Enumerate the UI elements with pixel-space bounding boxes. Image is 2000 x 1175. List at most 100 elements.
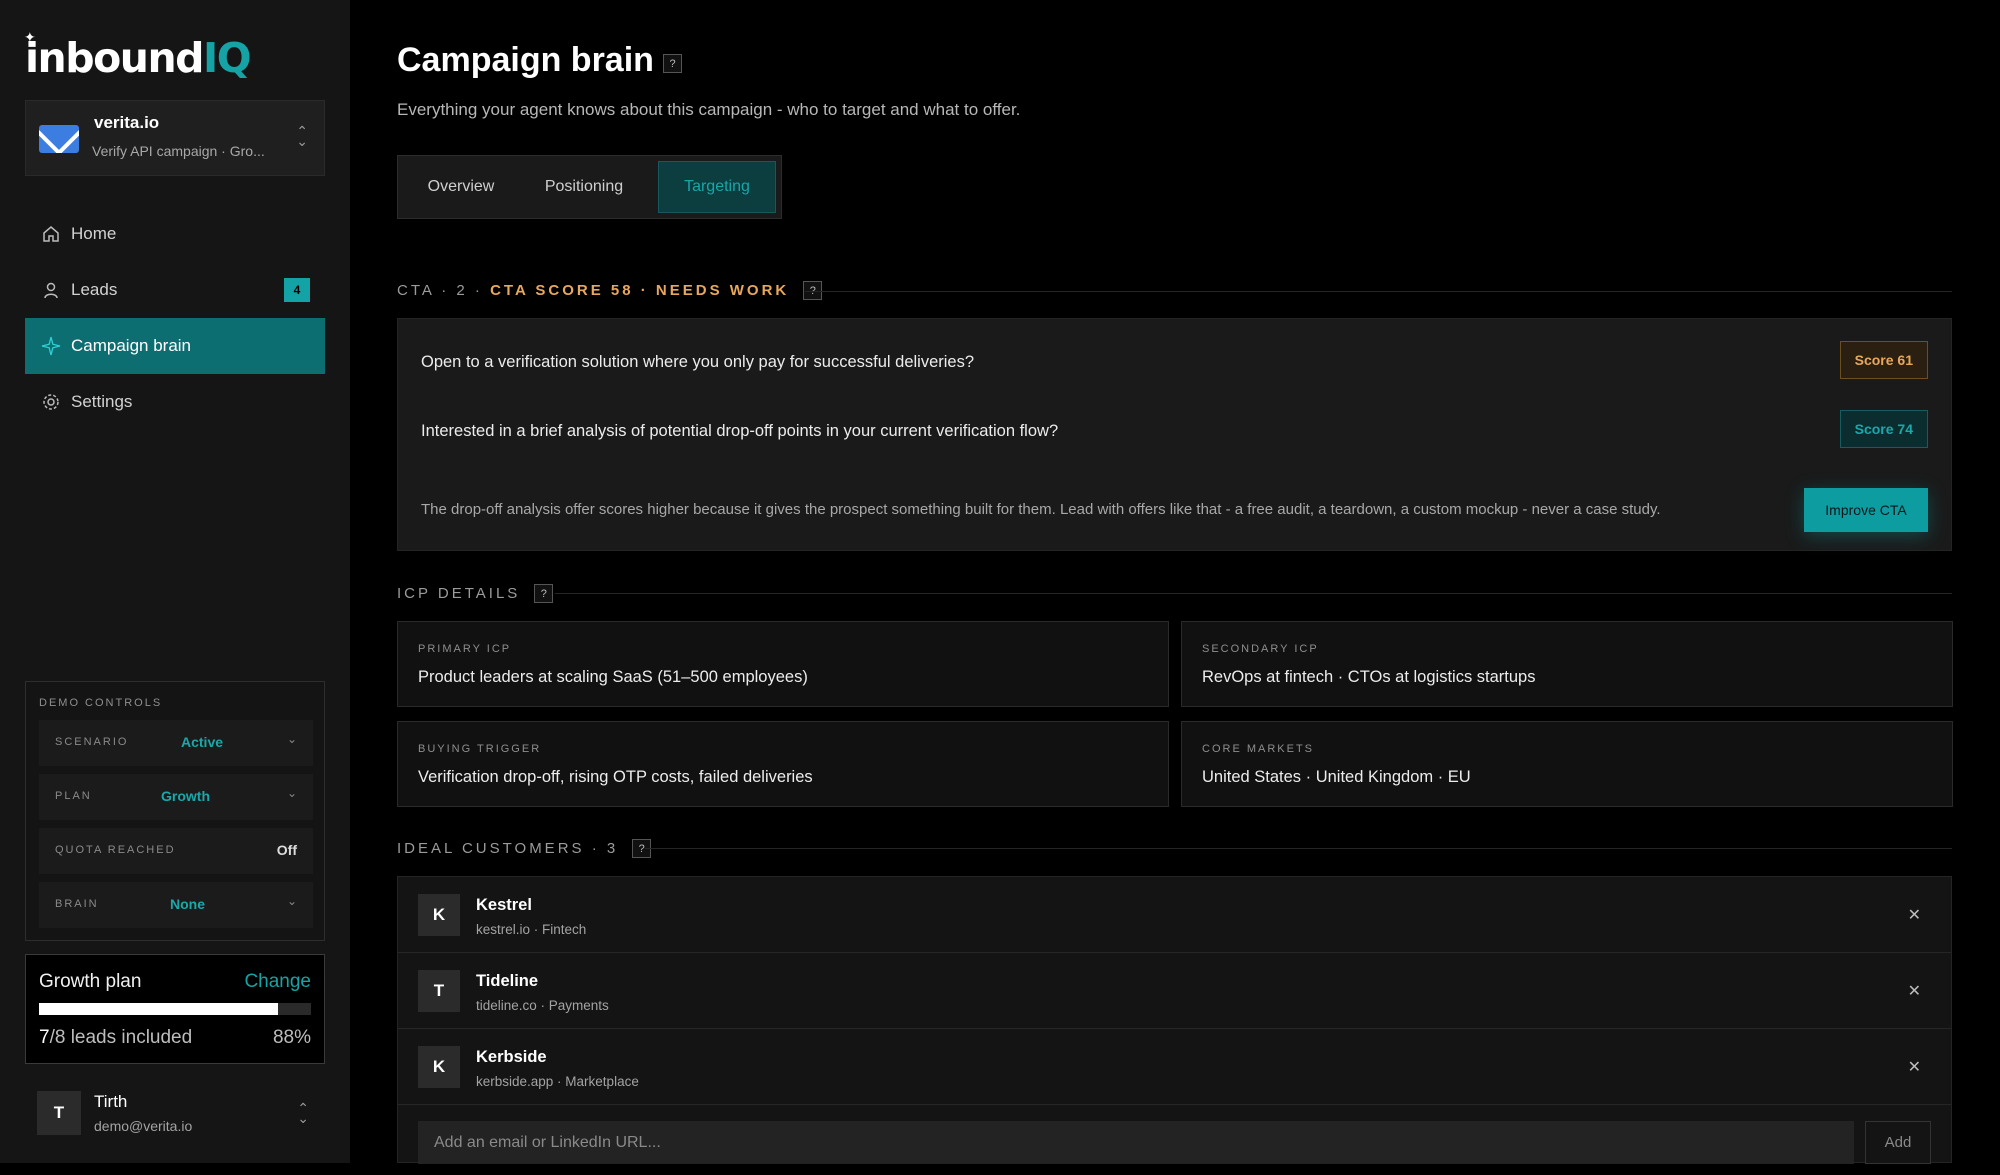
gear-icon bbox=[41, 392, 61, 412]
quota-toggle[interactable]: QUOTA REACHED Off bbox=[39, 828, 313, 874]
plan-leads-used: 7 bbox=[39, 1027, 50, 1048]
cta-header-prefix: CTA · 2 · bbox=[397, 282, 483, 299]
plan-leads-count: 7/8 leads included bbox=[39, 1027, 192, 1049]
avatar: T bbox=[37, 1091, 81, 1135]
plan-title: Growth plan bbox=[39, 971, 142, 992]
customers-panel: K Kestrel kestrel.io · Fintech ✕ T Tidel… bbox=[397, 876, 1952, 1164]
customers-header-label: IDEAL CUSTOMERS · 3 bbox=[397, 840, 619, 857]
customers-section-header: IDEAL CUSTOMERS · 3 ? bbox=[397, 839, 652, 858]
chevron-down-icon: ⌄ bbox=[286, 894, 297, 908]
icp-header-label: ICP DETAILS bbox=[397, 585, 521, 602]
brain-value: None bbox=[170, 896, 205, 912]
nav-label: Campaign brain bbox=[71, 336, 192, 355]
demo-controls-title: DEMO CONTROLS bbox=[39, 697, 163, 709]
user-email: demo@verita.io bbox=[94, 1118, 193, 1134]
divider bbox=[645, 848, 1952, 849]
icp-card-trigger: BUYING TRIGGER Verification drop-off, ri… bbox=[397, 721, 1169, 807]
cta-score-label: CTA SCORE 58 · NEEDS WORK bbox=[490, 282, 790, 299]
change-plan-link[interactable]: Change bbox=[244, 971, 311, 993]
customer-meta: kestrel.io · Fintech bbox=[476, 922, 587, 937]
divider bbox=[805, 291, 1952, 292]
brain-select[interactable]: BRAIN None ⌄ bbox=[39, 882, 313, 928]
list-item: K Kerbside kerbside.app · Marketplace ✕ bbox=[398, 1029, 1951, 1105]
chevron-updown-icon: ⌃ ⌄ bbox=[296, 123, 308, 149]
cta-score-badge: Score 61 bbox=[1839, 341, 1928, 379]
cta-note: The drop-off analysis offer scores highe… bbox=[421, 501, 1661, 518]
nav-label: Home bbox=[71, 224, 117, 243]
nav-item-settings[interactable]: Settings bbox=[25, 374, 325, 430]
demo-controls: DEMO CONTROLS SCENARIO Active ⌄ PLAN Gro… bbox=[25, 681, 325, 941]
leads-count-badge: 4 bbox=[284, 278, 310, 302]
nav-item-leads[interactable]: Leads 4 bbox=[25, 262, 325, 318]
page-title: Campaign brain bbox=[397, 41, 654, 79]
icp-section-header: ICP DETAILS ? bbox=[397, 584, 554, 603]
cta-question: Open to a verification solution where yo… bbox=[421, 353, 975, 371]
customer-meta: tideline.co · Payments bbox=[476, 998, 609, 1013]
customer-avatar: K bbox=[418, 1046, 460, 1088]
cta-question: Interested in a brief analysis of potent… bbox=[421, 422, 1059, 440]
icp-label: PRIMARY ICP bbox=[418, 643, 512, 655]
customer-avatar: K bbox=[418, 894, 460, 936]
logo-text: inbound bbox=[25, 34, 204, 82]
icp-label: SECONDARY ICP bbox=[1202, 643, 1319, 655]
nav-item-home[interactable]: Home bbox=[25, 206, 325, 262]
icp-card-markets: CORE MARKETS United States · United King… bbox=[1181, 721, 1953, 807]
close-icon[interactable]: ✕ bbox=[1908, 905, 1921, 925]
scenario-value: Active bbox=[181, 734, 224, 750]
workspace-switcher[interactable]: verita.io Verify API campaign · Gro... ⌃… bbox=[25, 100, 325, 176]
add-customer-button[interactable]: Add bbox=[1865, 1121, 1931, 1164]
help-icon[interactable]: ? bbox=[534, 584, 554, 603]
list-item: T Tideline tideline.co · Payments ✕ bbox=[398, 953, 1951, 1029]
icp-value: Verification drop-off, rising OTP costs,… bbox=[418, 768, 813, 786]
help-icon[interactable]: ? bbox=[663, 54, 682, 73]
plan-progress-fill bbox=[39, 1003, 279, 1015]
workspace-name: verita.io bbox=[94, 113, 160, 132]
plan-select[interactable]: PLAN Growth ⌄ bbox=[39, 774, 313, 820]
icp-label: CORE MARKETS bbox=[1202, 743, 1315, 755]
plan-percent: 88% bbox=[272, 1027, 311, 1048]
workspace-subtitle: Verify API campaign · Gro... bbox=[92, 143, 265, 159]
nav-label: Settings bbox=[71, 392, 133, 411]
tab-bar: Overview Positioning Targeting bbox=[397, 155, 782, 219]
customer-name: Kestrel bbox=[476, 896, 532, 914]
customer-avatar: T bbox=[418, 970, 460, 1012]
close-icon[interactable]: ✕ bbox=[1908, 981, 1921, 1001]
tab-overview[interactable]: Overview bbox=[403, 161, 519, 213]
home-icon bbox=[41, 224, 61, 244]
plan-leads-total: /8 leads included bbox=[49, 1027, 193, 1048]
nav-item-campaign-brain[interactable]: Campaign brain bbox=[25, 318, 325, 374]
tab-positioning[interactable]: Positioning bbox=[521, 161, 647, 213]
tab-targeting[interactable]: Targeting bbox=[658, 161, 776, 213]
user-icon bbox=[41, 280, 61, 300]
nav-label: Leads bbox=[71, 280, 118, 299]
improve-cta-button[interactable]: Improve CTA bbox=[1804, 488, 1928, 532]
logo-accent: IQ bbox=[202, 34, 252, 82]
sidebar: ✦ inboundIQ verita.io Verify API campaig… bbox=[0, 0, 350, 1163]
icp-value: RevOps at fintech · CTOs at logistics st… bbox=[1202, 668, 1536, 686]
divider bbox=[555, 593, 1952, 594]
plan-progress-bar bbox=[39, 1003, 311, 1015]
user-menu[interactable]: T Tirth demo@verita.io ⌃ ⌄ bbox=[25, 1083, 325, 1143]
cta-section-header: CTA · 2 · CTA SCORE 58 · NEEDS WORK ? bbox=[397, 281, 823, 300]
close-icon[interactable]: ✕ bbox=[1908, 1057, 1921, 1077]
add-customer-input[interactable] bbox=[418, 1121, 1854, 1164]
chevron-updown-icon: ⌃ ⌄ bbox=[297, 1100, 309, 1126]
sparkle-icon bbox=[41, 336, 61, 356]
icp-value: Product leaders at scaling SaaS (51–500 … bbox=[418, 668, 808, 686]
logo[interactable]: ✦ inboundIQ bbox=[24, 30, 252, 82]
page-subtitle: Everything your agent knows about this c… bbox=[397, 100, 1021, 119]
plan-card: Growth plan Change 7/8 leads included 88… bbox=[25, 954, 325, 1064]
mail-icon bbox=[39, 125, 79, 153]
cta-panel: Open to a verification solution where yo… bbox=[397, 318, 1952, 551]
cta-score-badge: Score 74 bbox=[1839, 410, 1928, 448]
scenario-select[interactable]: SCENARIO Active ⌄ bbox=[39, 720, 313, 766]
customer-name: Tideline bbox=[476, 972, 539, 990]
customer-name: Kerbside bbox=[476, 1048, 547, 1066]
plan-value: Growth bbox=[161, 788, 210, 804]
icp-label: BUYING TRIGGER bbox=[418, 743, 542, 755]
scenario-label: SCENARIO bbox=[55, 736, 129, 748]
icp-card-primary: PRIMARY ICP Product leaders at scaling S… bbox=[397, 621, 1169, 707]
icp-card-secondary: SECONDARY ICP RevOps at fintech · CTOs a… bbox=[1181, 621, 1953, 707]
sparkle-icon: ✦ bbox=[24, 30, 36, 46]
user-name: Tirth bbox=[94, 1092, 128, 1111]
